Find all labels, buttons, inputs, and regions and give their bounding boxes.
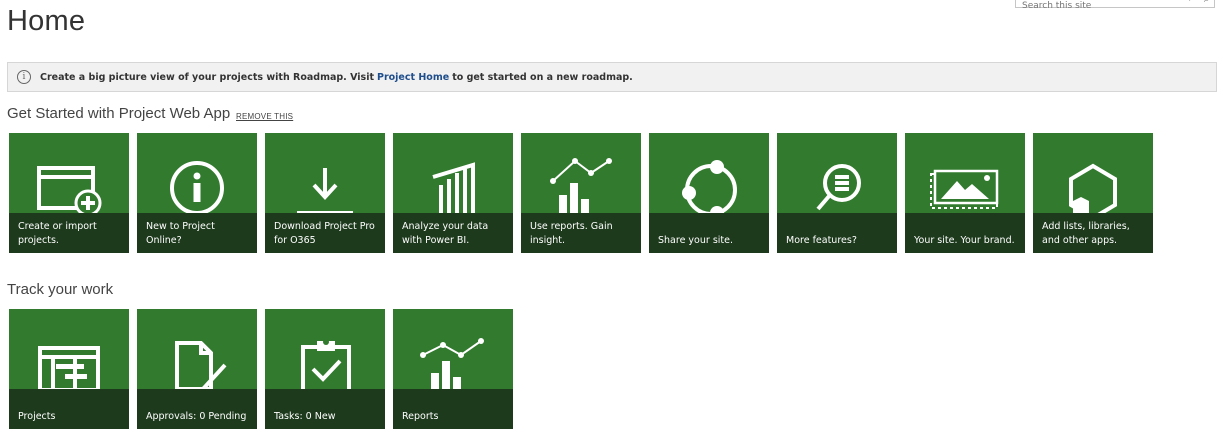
tile-label: Reports — [393, 389, 513, 429]
track-work-heading: Track your work — [7, 281, 114, 298]
tile-download-project-pro[interactable]: Download Project Pro for O365 — [265, 133, 385, 253]
tile-your-brand[interactable]: Your site. Your brand. — [905, 133, 1025, 253]
search-icon[interactable]: ⌕ — [1204, 0, 1210, 6]
tile-reports[interactable]: Reports — [393, 309, 513, 429]
tile-projects[interactable]: Projects — [9, 309, 129, 429]
tile-more-features[interactable]: More features? — [777, 133, 897, 253]
clipboard-check-icon — [301, 339, 351, 389]
tile-label: Analyze your data with Power BI. — [393, 213, 513, 253]
roadmap-info-banner: i Create a big picture view of your proj… — [7, 62, 1217, 92]
tile-label: Add lists, libraries, and other apps. — [1033, 213, 1153, 253]
reports-chart-icon — [550, 158, 612, 213]
apps-hexagon-icon — [1069, 163, 1117, 213]
document-pencil-icon — [175, 341, 227, 389]
project-home-link[interactable]: Project Home — [377, 72, 449, 83]
tile-create-import-projects[interactable]: Create or import projects. — [9, 133, 129, 253]
tile-label: Your site. Your brand. — [905, 213, 1025, 253]
tile-label: Use reports. Gain insight. — [521, 213, 641, 253]
tile-label: Create or import projects. — [9, 213, 129, 253]
tile-label: Download Project Pro for O365 — [265, 213, 385, 253]
magnifier-list-icon — [816, 164, 861, 211]
tile-use-reports[interactable]: Use reports. Gain insight. — [521, 133, 641, 253]
info-icon — [170, 161, 224, 213]
download-icon — [297, 168, 353, 213]
tile-approvals[interactable]: Approvals: 0 Pending — [137, 309, 257, 429]
tile-analyze-power-bi[interactable]: Analyze your data with Power BI. — [393, 133, 513, 253]
page-title: Home — [7, 5, 86, 37]
remove-this-link[interactable]: REMOVE THIS — [236, 112, 293, 121]
tile-label: Tasks: 0 New — [265, 389, 385, 429]
tile-add-apps[interactable]: Add lists, libraries, and other apps. — [1033, 133, 1153, 253]
search-box[interactable]: ▾ ⌕ — [1015, 0, 1215, 13]
window-add-icon — [37, 166, 102, 213]
share-icon — [682, 160, 737, 213]
tile-label: More features? — [777, 213, 897, 253]
search-input[interactable] — [1020, 0, 1184, 13]
tile-tasks[interactable]: Tasks: 0 New — [265, 309, 385, 429]
get-started-heading: Get Started with Project Web App — [7, 105, 231, 122]
tile-share-site[interactable]: Share your site. — [649, 133, 769, 253]
banner-text: Create a big picture view of your projec… — [40, 71, 374, 83]
tile-new-to-project-online[interactable]: New to Project Online? — [137, 133, 257, 253]
info-icon: i — [17, 70, 31, 84]
banner-text-end: to get started on a new roadmap. — [452, 71, 633, 83]
landscape-image-icon — [930, 169, 999, 209]
search-scope-dropdown-icon[interactable]: ▾ — [1187, 0, 1192, 4]
tile-label: New to Project Online? — [137, 213, 257, 253]
reports-chart-icon — [420, 338, 484, 389]
tile-label: Approvals: 0 Pending — [137, 389, 257, 429]
tile-label: Projects — [9, 389, 129, 429]
power-bi-icon — [432, 162, 475, 213]
tile-label: Share your site. — [649, 213, 769, 253]
gantt-icon — [38, 346, 100, 389]
